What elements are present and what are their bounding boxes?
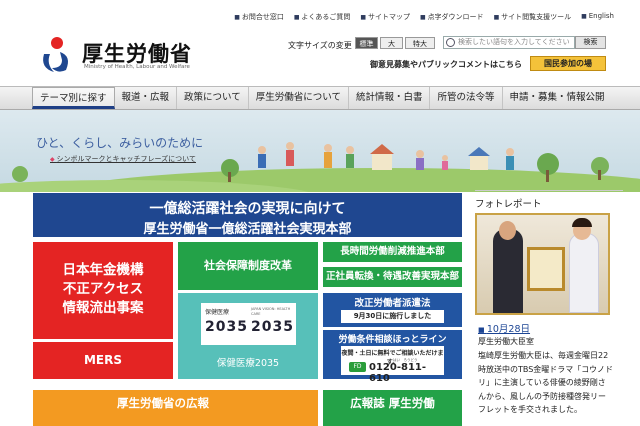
font-size-label: 文字サイズの変更 <box>288 41 352 50</box>
dispatch-title: 改正労働者派遣法 <box>354 298 431 309</box>
pension-line1: 日本年金機構 <box>62 262 144 278</box>
pension-line2: 不正アクセス <box>62 281 144 297</box>
photo-report-title: 厚生労働大臣室 <box>478 337 534 346</box>
koho-tile[interactable]: 厚生労働省の広報 <box>33 390 318 426</box>
hoken-num-en: 2035 <box>251 319 294 335</box>
link-sitemap[interactable]: サイトマップ <box>360 12 410 22</box>
global-nav: テーマ別に探す 報道・広報 政策について 厚生労働省について 統計情報・白書 所… <box>0 86 640 110</box>
long-hours-tile[interactable]: 長時間労働削減推進本部 <box>323 242 462 262</box>
link-faq[interactable]: よくあるご質問 <box>294 12 350 22</box>
link-braille[interactable]: 点字ダウンロード <box>420 12 484 22</box>
magazine-tile[interactable]: 広報誌 厚生労働 <box>323 390 462 426</box>
ministry-logo-icon[interactable] <box>36 34 76 74</box>
nav-statistics[interactable]: 統計情報・白書 <box>349 87 431 109</box>
hoken-2035-logo: 保健医療 2035 JAPAN VISION: HEALTH CARE 2035 <box>201 303 296 345</box>
photo-report-heading: フォトレポート <box>475 199 542 210</box>
kokumin-button[interactable]: 国民参加の場 <box>530 56 606 71</box>
ichioku-banner[interactable]: 一億総活躍社会の実現に向けて 厚生労働省一億総活躍社会実現本部 <box>33 193 462 237</box>
pension-line3: 情報流出事案 <box>62 300 144 316</box>
banner-line2: 厚生労働省一億総活躍社会実現本部 <box>143 222 352 237</box>
hotline-title: 労働条件相談ほっとライン <box>338 335 447 345</box>
photo-report-date[interactable]: 10月28日 <box>478 321 530 335</box>
search-button[interactable]: 検索 <box>575 36 606 49</box>
search-input[interactable]: 検索したい語句を入力してください <box>443 36 575 49</box>
hoken-en: JAPAN VISION: HEALTH CARE <box>251 307 291 316</box>
nav-laws[interactable]: 所管の法令等 <box>430 87 503 109</box>
hero-symbol-link[interactable]: シンボルマークとキャッチフレーズについて <box>50 154 196 164</box>
sidebar-divider <box>475 190 623 191</box>
link-accessibility[interactable]: サイト閲覧支援ツール <box>494 12 571 22</box>
nav-press[interactable]: 報道・広報 <box>115 87 178 109</box>
font-size-xlarge-button[interactable]: 特大 <box>405 37 435 49</box>
dispatch-law-tile[interactable]: 改正労働者派遣法 9月30日に施行しました <box>323 293 462 327</box>
hero-illustration <box>0 142 640 192</box>
nav-theme[interactable]: テーマ別に探す <box>32 87 115 109</box>
font-size-large-button[interactable]: 大 <box>380 37 403 49</box>
hoken-num-jp: 2035 <box>205 319 248 335</box>
free-dial-icon: FD <box>349 362 366 372</box>
link-english[interactable]: English <box>581 12 614 22</box>
link-contact[interactable]: お問合せ窓口 <box>234 12 284 22</box>
hoken-jp: 保健医療 <box>205 309 230 316</box>
hoken-label: 保健医療2035 <box>216 358 280 369</box>
photo-report-body: 塩崎厚生労働大臣は、毎週金曜日22時放送中のTBS金曜ドラマ「コウノドリ」に主演… <box>478 351 613 414</box>
nav-policy[interactable]: 政策について <box>177 87 249 109</box>
utility-links: お問合せ窓口 よくあるご質問 サイトマップ 点字ダウンロード サイト閲覧支援ツー… <box>234 12 614 22</box>
nav-about[interactable]: 厚生労働省について <box>249 87 349 109</box>
mers-tile[interactable]: MERS <box>33 342 173 379</box>
hotline-number: 0120-811-610 <box>369 362 427 384</box>
hero-banner: ひと、くらし、みらいのために シンボルマークとキャッチフレーズについて <box>0 110 640 192</box>
photo-certificate <box>527 247 565 291</box>
hoken-2035-tile[interactable]: 保健医療 2035 JAPAN VISION: HEALTH CARE 2035… <box>178 293 318 379</box>
ministry-en: Ministry of Health, Labour and Welfare <box>84 64 190 70</box>
hotline-tile[interactable]: 労働条件相談ほっとライン 夜間・土日に無料でご相談いただけます。 はい ろうどう… <box>323 330 462 384</box>
public-comment-link[interactable]: 御意見募集やパブリックコメントはこちら <box>370 59 522 70</box>
regular-employment-tile[interactable]: 正社員転換・待遇改善実現本部 <box>323 267 462 287</box>
utility-bar: お問合せ窓口 よくあるご質問 サイトマップ 点字ダウンロード サイト閲覧支援ツー… <box>0 0 640 30</box>
photo-person-right <box>569 233 599 313</box>
hotline-panel: 夜間・土日に無料でご相談いただけます。 はい ろうどう FD 0120-811-… <box>341 346 444 384</box>
photo-report-image[interactable] <box>475 213 610 315</box>
nav-applications[interactable]: 申請・募集・情報公開 <box>503 87 612 109</box>
pension-breach-tile[interactable]: 日本年金機構 不正アクセス 情報流出事案 <box>33 242 173 339</box>
font-size-standard-button[interactable]: 標準 <box>355 37 378 49</box>
photo-person-left <box>493 229 523 313</box>
hero-tagline: ひと、くらし、みらいのために <box>36 136 204 150</box>
social-security-tile[interactable]: 社会保障制度改革 <box>178 242 318 290</box>
dispatch-sub: 9月30日に施行しました <box>341 310 444 323</box>
banner-line1: 一億総活躍社会の実現に向けて <box>149 201 346 217</box>
search-icon <box>446 38 455 47</box>
